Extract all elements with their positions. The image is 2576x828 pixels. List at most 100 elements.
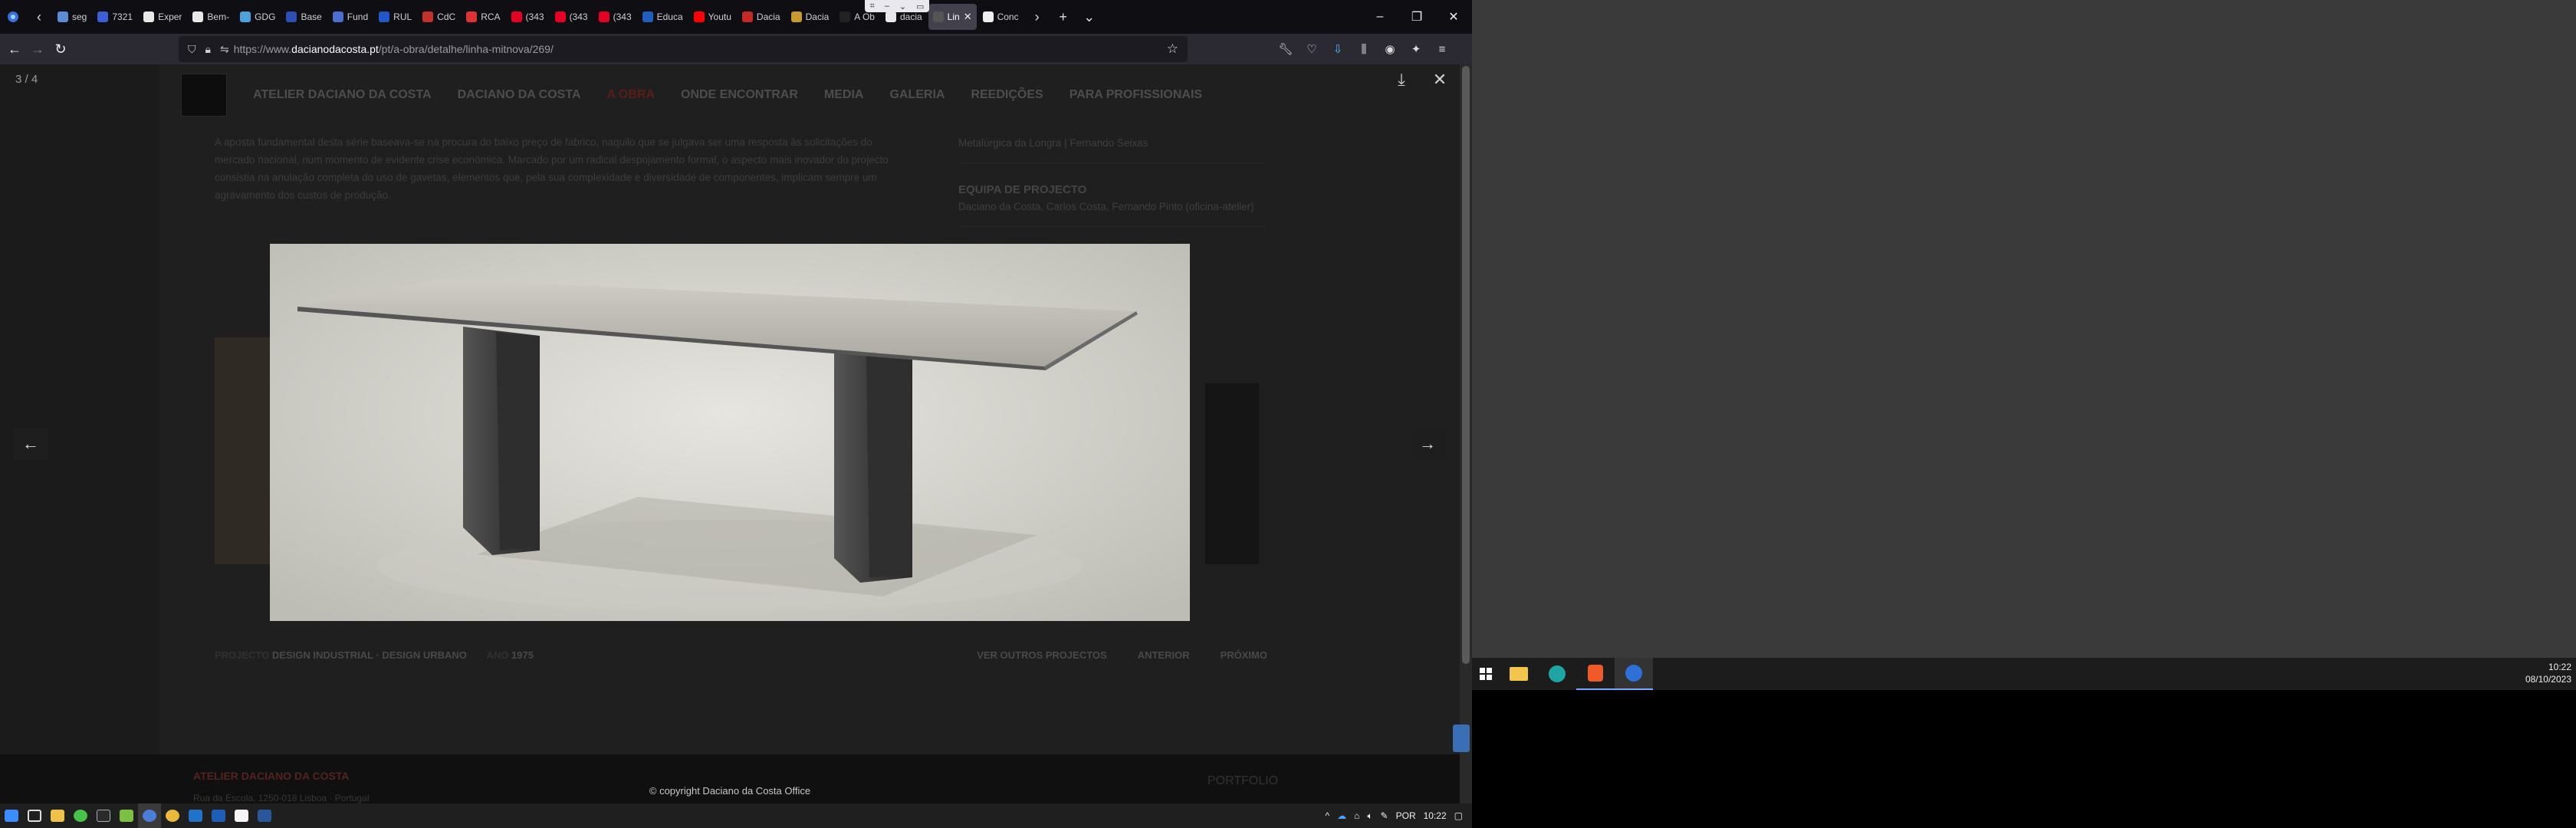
clock-secondary[interactable]: 10:22 08/10/2023 [2525, 661, 2571, 685]
downloads-icon[interactable]: ⇩ [1325, 34, 1351, 64]
browser-tab[interactable]: (343 [594, 4, 636, 30]
file-explorer-icon-2[interactable] [1500, 658, 1538, 690]
tab-label: GDG [255, 12, 276, 22]
tab-favicon-icon [598, 12, 610, 22]
browser-tab[interactable]: 7321 [93, 4, 137, 30]
menu-icon[interactable]: ≡ [1429, 34, 1455, 64]
maximize-button[interactable]: ❐ [1398, 0, 1435, 34]
address-bar[interactable]: ⛉ 🔒︎ ⇋ https://www.dacianodacosta.pt/pt/… [179, 36, 1188, 62]
reload-button[interactable]: ↻ [49, 34, 72, 64]
prev-arrow-icon[interactable]: ← [14, 428, 48, 460]
customize-icon[interactable]: 🔧︎ [1273, 34, 1299, 64]
tab-label: A Ob [854, 12, 875, 22]
browser-tab[interactable]: Bem- [188, 4, 234, 30]
tab-label: 7321 [112, 12, 133, 22]
tab-favicon-icon [511, 12, 522, 22]
app-blue-icon[interactable] [207, 803, 230, 828]
list-all-tabs-icon[interactable]: ⌄ [1076, 0, 1102, 34]
tab-favicon-icon [840, 12, 851, 22]
start-icon-2[interactable] [1472, 658, 1500, 690]
pin-icon[interactable]: ⌗ [870, 2, 875, 12]
chrome-icon[interactable] [161, 803, 184, 828]
account-icon[interactable]: ◉ [1377, 34, 1403, 64]
app-lime-icon[interactable] [115, 803, 138, 828]
browser-tab[interactable]: seg [53, 4, 91, 30]
scroll-tabs-left-icon[interactable]: ‹ [26, 0, 52, 34]
browser-tab[interactable]: RCA [462, 4, 504, 30]
clock-time[interactable]: 10:22 [1424, 810, 1447, 821]
outlook-icon[interactable] [184, 803, 207, 828]
onedrive-icon[interactable]: ☁ [1337, 810, 1346, 821]
tab-favicon-icon [286, 12, 297, 22]
brave-icon[interactable] [1576, 658, 1615, 690]
language-indicator[interactable]: POR [1396, 810, 1416, 821]
teamviewer-icon[interactable] [1615, 658, 1653, 690]
task-view-icon[interactable] [23, 803, 46, 828]
url-domain: dacianodacosta.pt [291, 43, 379, 55]
scroll-tabs-right-icon[interactable]: › [1024, 0, 1050, 34]
browser-tab[interactable]: Dacia [787, 4, 834, 30]
tab-favicon-icon [58, 12, 68, 22]
permissions-icon[interactable]: ⇋ [220, 43, 229, 56]
tab-label: (343 [525, 12, 544, 22]
pocket-icon[interactable]: ♡ [1299, 34, 1325, 64]
tab-favicon-icon [97, 12, 109, 22]
forward-button[interactable]: → [26, 34, 49, 64]
tab-favicon-icon [143, 12, 155, 22]
lock-icon[interactable]: 🔒︎ [205, 43, 211, 56]
tab-label: Exper [158, 12, 182, 22]
firefox-taskbar-icon[interactable] [138, 803, 161, 828]
browser-tab[interactable]: Youtu [689, 4, 736, 30]
tray-chevron-icon[interactable]: ^ [1325, 810, 1329, 821]
close-tab-icon[interactable]: ✕ [964, 11, 972, 23]
close-bar-icon[interactable]: ▭ [916, 2, 924, 12]
extensions-icon[interactable]: ✦ [1403, 34, 1429, 64]
minimize-bar-icon[interactable]: – [885, 2, 889, 11]
shield-icon[interactable]: ⛉ [188, 43, 196, 56]
browser-tab[interactable]: (343 [507, 4, 549, 30]
close-icon[interactable]: ✕ [1424, 64, 1455, 95]
network-icon[interactable]: ⌂ [1354, 810, 1359, 821]
browser-tab[interactable]: Dacia [738, 4, 785, 30]
download-icon[interactable]: ⤓ [1386, 64, 1417, 95]
chevron-down-icon[interactable]: ⌄ [899, 2, 906, 12]
scrollbar-thumb[interactable] [1462, 66, 1470, 664]
firefox-view-icon[interactable] [0, 0, 26, 34]
pen-icon[interactable]: ✎ [1381, 810, 1388, 821]
tab-favicon-icon [422, 12, 434, 22]
app-green-icon[interactable] [69, 803, 92, 828]
tab-favicon-icon [642, 12, 653, 22]
tab-label: Dacia [805, 12, 830, 22]
browser-tab[interactable]: CdC [418, 4, 460, 30]
word-icon[interactable] [253, 803, 276, 828]
browser-tab[interactable]: Base [281, 4, 326, 30]
browser-tab[interactable]: GDG [235, 4, 280, 30]
minimize-button[interactable]: – [1362, 0, 1398, 34]
back-button[interactable]: ← [3, 34, 26, 64]
app-dark-icon[interactable] [92, 803, 115, 828]
close-window-button[interactable]: ✕ [1435, 0, 1472, 34]
browser-tab[interactable]: RUL [374, 4, 416, 30]
taskbar [0, 803, 1472, 828]
new-tab-button[interactable]: + [1050, 0, 1076, 34]
browser-tab[interactable]: (343 [550, 4, 593, 30]
browser-tab[interactable]: Exper [139, 4, 186, 30]
tab-active[interactable]: Lin ✕ [928, 4, 977, 30]
browser-tab[interactable]: Conc [978, 4, 1024, 30]
url-path: /pt/a-obra/detalhe/linha-mitnova/269/ [378, 43, 554, 55]
volume-icon[interactable]: 🔈︎ [1367, 810, 1372, 822]
bookmark-star-icon[interactable]: ☆ [1167, 41, 1178, 57]
notifications-icon[interactable]: ▢ [1454, 810, 1463, 821]
start-icon[interactable] [0, 803, 23, 828]
edge-icon[interactable] [1538, 658, 1576, 690]
remote-control-tab[interactable] [1453, 724, 1470, 752]
browser-tab[interactable]: Fund [328, 4, 373, 30]
notepad-icon[interactable] [230, 803, 253, 828]
desktop-wallpaper[interactable] [1472, 0, 2576, 658]
remote-session-bar[interactable]: ⌗ – ⌄ ▭ [865, 0, 929, 12]
tab-favicon-icon [693, 12, 705, 22]
next-arrow-icon[interactable]: → [1411, 428, 1444, 460]
browser-tab[interactable]: Educa [638, 4, 688, 30]
file-explorer-icon[interactable] [46, 803, 69, 828]
library-icon[interactable]: ⫼ [1351, 34, 1377, 64]
